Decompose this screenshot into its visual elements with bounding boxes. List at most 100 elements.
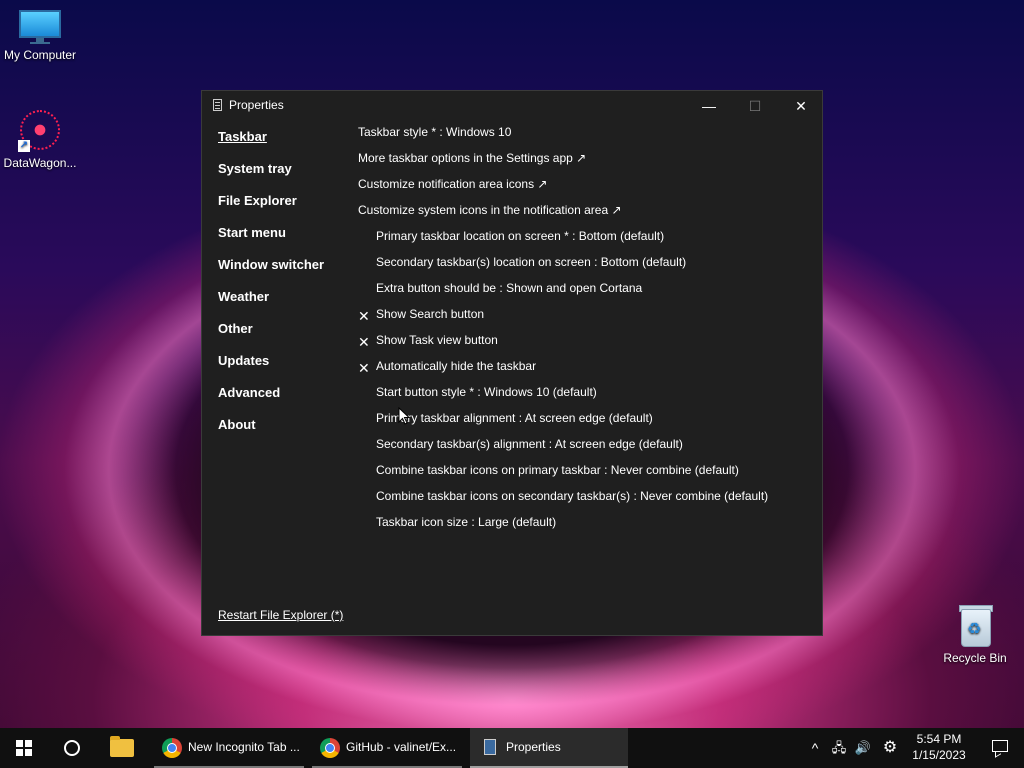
setting-label: More taskbar options in the Settings app… bbox=[358, 151, 587, 165]
setting-label: Taskbar style * : Windows 10 bbox=[358, 125, 512, 139]
recycle-bin-icon: ♻ bbox=[957, 603, 993, 647]
taskbar-item-incognito[interactable]: New Incognito Tab ... bbox=[154, 728, 304, 768]
sidebar-item-label: Advanced bbox=[218, 385, 281, 400]
check-mark-icon: ✕ bbox=[358, 360, 370, 376]
cortana-ring-icon bbox=[64, 740, 80, 756]
desktop-icon-label: DataWagon... bbox=[3, 156, 77, 170]
setting-label: Show Search button bbox=[376, 307, 485, 321]
setting-secondary-location[interactable]: Secondary taskbar(s) location on screen … bbox=[358, 255, 818, 281]
windows-logo-icon bbox=[16, 740, 32, 756]
desktop-icon-recycle-bin[interactable]: ♻ Recycle Bin bbox=[935, 603, 1015, 665]
notification-icon bbox=[992, 740, 1008, 752]
sidebar-item-file-explorer[interactable]: File Explorer bbox=[218, 193, 324, 225]
sidebar-item-label: File Explorer bbox=[218, 193, 297, 208]
sidebar-item-label: About bbox=[218, 417, 256, 432]
desktop-icon-label: Recycle Bin bbox=[943, 651, 1007, 665]
cortana-button[interactable] bbox=[48, 728, 96, 768]
window-title: Properties bbox=[229, 98, 284, 112]
taskbar-item-github[interactable]: GitHub - valinet/Ex... bbox=[312, 728, 462, 768]
file-explorer-button[interactable] bbox=[96, 728, 148, 768]
minimize-button[interactable]: — bbox=[686, 91, 732, 121]
setting-combine-secondary[interactable]: Combine taskbar icons on secondary taskb… bbox=[358, 489, 818, 515]
datawagon-icon: ↗ bbox=[18, 108, 62, 152]
setting-auto-hide-taskbar[interactable]: ✕ Automatically hide the taskbar bbox=[358, 359, 818, 385]
setting-label: Taskbar icon size : Large (default) bbox=[376, 515, 557, 529]
clock-date: 1/15/2023 bbox=[912, 748, 966, 762]
sidebar-item-system-tray[interactable]: System tray bbox=[218, 161, 324, 193]
setting-notification-icons-link[interactable]: Customize notification area icons ↗ bbox=[358, 177, 818, 203]
setting-label: Start button style * : Windows 10 (defau… bbox=[376, 385, 597, 399]
sidebar-item-label: Start menu bbox=[218, 225, 286, 240]
setting-primary-location[interactable]: Primary taskbar location on screen * : B… bbox=[358, 229, 818, 255]
monitor-icon bbox=[19, 10, 61, 44]
taskbar: New Incognito Tab ... GitHub - valinet/E… bbox=[0, 728, 1024, 768]
sidebar-item-label: Taskbar bbox=[218, 129, 267, 144]
action-center-button[interactable] bbox=[978, 728, 1024, 768]
properties-icon bbox=[484, 739, 496, 755]
setting-label: Primary taskbar alignment : At screen ed… bbox=[376, 411, 653, 425]
setting-combine-primary[interactable]: Combine taskbar icons on primary taskbar… bbox=[358, 463, 818, 489]
desktop-icon-my-computer[interactable]: My Computer bbox=[0, 10, 80, 62]
taskbar-item-label: Properties bbox=[506, 740, 561, 754]
taskbar-item-label: New Incognito Tab ... bbox=[188, 740, 300, 754]
sidebar-item-label: System tray bbox=[218, 161, 292, 176]
mouse-cursor-icon bbox=[398, 407, 410, 425]
restart-file-explorer-link[interactable]: Restart File Explorer (*) bbox=[218, 608, 343, 622]
taskbar-clock[interactable]: 5:54 PM 1/15/2023 bbox=[906, 731, 972, 763]
setting-label: Combine taskbar icons on primary taskbar… bbox=[376, 463, 739, 477]
tray-chevron-icon[interactable]: ^ bbox=[804, 728, 826, 768]
chrome-icon bbox=[162, 738, 182, 758]
properties-app-icon bbox=[213, 99, 222, 111]
setting-primary-alignment[interactable]: Primary taskbar alignment : At screen ed… bbox=[358, 411, 818, 437]
setting-label: Customize notification area icons ↗ bbox=[358, 177, 548, 191]
setting-label: Show Task view button bbox=[376, 333, 498, 347]
sidebar-item-label: Weather bbox=[218, 289, 270, 304]
chrome-icon bbox=[320, 738, 340, 758]
desktop-icon-datawagon[interactable]: ↗ DataWagon... bbox=[0, 108, 80, 170]
sidebar-item-advanced[interactable]: Advanced bbox=[218, 385, 324, 417]
setting-settings-app-link[interactable]: More taskbar options in the Settings app… bbox=[358, 151, 818, 177]
setting-start-button-style[interactable]: Start button style * : Windows 10 (defau… bbox=[358, 385, 818, 411]
sidebar-item-taskbar[interactable]: Taskbar bbox=[218, 129, 324, 161]
sidebar-item-other[interactable]: Other bbox=[218, 321, 324, 353]
sidebar-item-about[interactable]: About bbox=[218, 417, 324, 449]
clock-time: 5:54 PM bbox=[916, 732, 962, 746]
setting-label: Combine taskbar icons on secondary taskb… bbox=[376, 489, 769, 503]
sidebar-item-label: Updates bbox=[218, 353, 270, 368]
folder-icon bbox=[110, 736, 134, 757]
gear-icon[interactable]: ⚙ bbox=[878, 728, 902, 768]
taskbar-item-properties[interactable]: Properties bbox=[470, 728, 628, 768]
check-mark-icon: ✕ bbox=[358, 308, 370, 324]
setting-show-task-view-button[interactable]: ✕ Show Task view button bbox=[358, 333, 818, 359]
sidebar-nav: Taskbar System tray File Explorer Start … bbox=[218, 129, 324, 449]
setting-label: Secondary taskbar(s) location on screen … bbox=[376, 255, 687, 269]
setting-label: Extra button should be : Shown and open … bbox=[376, 281, 643, 295]
setting-label: Automatically hide the taskbar bbox=[376, 359, 537, 373]
setting-taskbar-style[interactable]: Taskbar style * : Windows 10 bbox=[358, 125, 818, 151]
setting-system-icons-link[interactable]: Customize system icons in the notificati… bbox=[358, 203, 818, 229]
sidebar-item-window-switcher[interactable]: Window switcher bbox=[218, 257, 324, 289]
sidebar-item-label: Other bbox=[218, 321, 253, 336]
setting-icon-size[interactable]: Taskbar icon size : Large (default) bbox=[358, 515, 818, 541]
setting-label: Secondary taskbar(s) alignment : At scre… bbox=[376, 437, 683, 451]
maximize-button[interactable]: ☐ bbox=[732, 91, 778, 121]
properties-window: Properties — ☐ ✕ Taskbar System tray Fil… bbox=[201, 90, 823, 636]
setting-extra-button[interactable]: Extra button should be : Shown and open … bbox=[358, 281, 818, 307]
network-icon[interactable]: 🖧 bbox=[828, 728, 850, 768]
settings-list: Taskbar style * : Windows 10 More taskba… bbox=[358, 125, 818, 541]
check-mark-icon: ✕ bbox=[358, 334, 370, 350]
setting-label: Customize system icons in the notificati… bbox=[358, 203, 622, 217]
sidebar-item-updates[interactable]: Updates bbox=[218, 353, 324, 385]
sidebar-item-weather[interactable]: Weather bbox=[218, 289, 324, 321]
sidebar-item-label: Window switcher bbox=[218, 257, 325, 272]
window-titlebar[interactable]: Properties — ☐ ✕ bbox=[202, 91, 822, 121]
setting-show-search-button[interactable]: ✕ Show Search button bbox=[358, 307, 818, 333]
volume-icon[interactable]: 🔊 bbox=[852, 728, 874, 768]
close-button[interactable]: ✕ bbox=[778, 91, 824, 121]
setting-secondary-alignment[interactable]: Secondary taskbar(s) alignment : At scre… bbox=[358, 437, 818, 463]
taskbar-item-label: GitHub - valinet/Ex... bbox=[346, 740, 457, 754]
setting-label: Primary taskbar location on screen * : B… bbox=[376, 229, 665, 243]
start-button[interactable] bbox=[0, 728, 48, 768]
sidebar-item-start-menu[interactable]: Start menu bbox=[218, 225, 324, 257]
desktop-icon-label: My Computer bbox=[3, 48, 77, 62]
